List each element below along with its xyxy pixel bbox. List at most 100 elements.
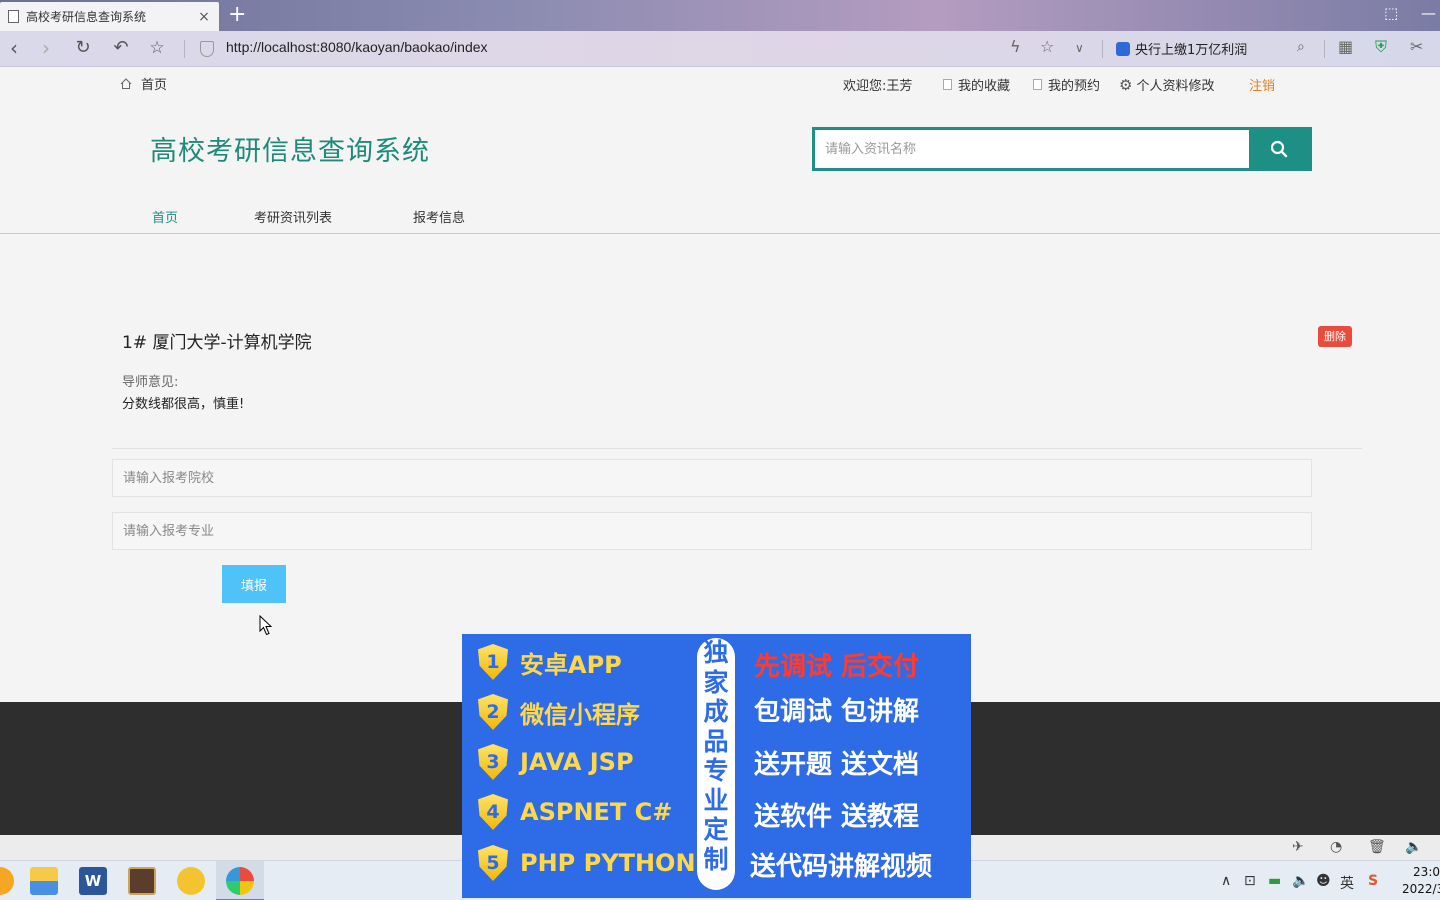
- search-icon[interactable]: ⌕: [1297, 39, 1305, 55]
- sogou-icon[interactable]: S: [1368, 873, 1378, 889]
- speaker-icon[interactable]: 🔈: [1292, 873, 1309, 889]
- delete-button[interactable]: 删除: [1318, 326, 1352, 347]
- ad-service-line: 送代码讲解视频: [750, 852, 933, 882]
- section-divider: [112, 448, 1362, 449]
- ad-item: 5 PHP PYTHON: [478, 844, 696, 882]
- ad-service-line: 送开题 送文档: [754, 750, 920, 780]
- search-bar: [812, 127, 1312, 171]
- profile-edit-label: 个人资料修改: [1136, 79, 1215, 94]
- my-reservations-label: 我的预约: [1048, 79, 1101, 94]
- page-icon: [8, 10, 19, 23]
- ad-item-label: 安卓APP: [520, 650, 622, 679]
- clock-date: 2022/3: [1402, 882, 1440, 896]
- search-icon: [1270, 140, 1288, 158]
- welcome-text: 欢迎您:王芳: [843, 75, 912, 94]
- ad-item: 2 微信小程序: [478, 693, 640, 731]
- home-link[interactable]: 首页: [120, 74, 167, 93]
- ime-indicator[interactable]: 英: [1340, 873, 1354, 893]
- browser-app-icon[interactable]: [226, 867, 254, 895]
- major-input[interactable]: [112, 512, 1312, 550]
- chevron-down-icon[interactable]: ∨: [1075, 41, 1084, 55]
- number-shield-icon: 3: [478, 744, 508, 780]
- chat-app-icon[interactable]: [177, 867, 205, 895]
- ad-item-label: JAVA JSP: [520, 748, 634, 776]
- toolbar-divider: [1102, 40, 1103, 58]
- speed-icon[interactable]: ◔: [1330, 839, 1342, 855]
- security-guard-icon[interactable]: ⛨: [1375, 37, 1387, 57]
- chevron-up-icon[interactable]: ∧: [1221, 873, 1231, 889]
- ad-headline: 先调试 后交付: [754, 652, 920, 682]
- undo-icon[interactable]: ↶: [109, 36, 133, 60]
- qq-icon[interactable]: ☻: [1316, 873, 1331, 889]
- ad-vertical-char: 制: [703, 844, 729, 874]
- document-icon: [1033, 79, 1042, 90]
- bookmark-star-icon[interactable]: ☆: [1040, 37, 1054, 56]
- welcome-label: 欢迎您:王芳: [843, 79, 913, 94]
- rocket-icon[interactable]: ✈: [1292, 839, 1304, 855]
- ad-item: 4 ASPNET C#: [478, 793, 672, 831]
- ad-item: 1 安卓APP: [478, 643, 622, 681]
- nav-item-news-list[interactable]: 考研资讯列表: [254, 207, 332, 226]
- search-button[interactable]: [1249, 130, 1309, 168]
- advisor-opinion-text: 分数线都很高，慎重!: [122, 397, 245, 412]
- nav-item-application-info[interactable]: 报考信息: [413, 207, 465, 226]
- security-shield-icon[interactable]: [200, 41, 214, 57]
- ad-vertical-slogan: 独 家 成 品 专 业 定 制: [697, 638, 735, 890]
- lightning-icon[interactable]: ϟ: [1010, 37, 1021, 56]
- my-favorites-link[interactable]: 我的收藏: [943, 75, 1010, 94]
- word-icon[interactable]: W: [79, 867, 107, 895]
- ad-item-label: ASPNET C#: [520, 798, 673, 826]
- game-app-icon[interactable]: [128, 867, 156, 895]
- page-content: 首页 欢迎您:王芳 我的收藏 我的预约 ⚙ 个人资料修改 注销 高校考研信息查询…: [0, 67, 1440, 702]
- minimize-button[interactable]: —: [1421, 4, 1436, 22]
- number-shield-icon: 5: [478, 845, 508, 881]
- search-input[interactable]: [815, 130, 1249, 168]
- browser-tab[interactable]: 高校考研信息查询系统 ×: [0, 2, 219, 31]
- forward-icon[interactable]: ›: [34, 36, 58, 60]
- submit-application-button[interactable]: 填报: [222, 565, 286, 603]
- logout-label: 注销: [1249, 79, 1276, 94]
- ad-item-label: PHP PYTHON: [520, 849, 696, 877]
- ad-vertical-char: 家: [703, 667, 729, 697]
- clock-time: 23:0: [1413, 865, 1440, 879]
- news-text: 央行上缴1万亿利润: [1135, 43, 1248, 58]
- school-input[interactable]: [112, 459, 1312, 497]
- number-shield-icon: 1: [478, 644, 508, 680]
- news-ticker[interactable]: 央行上缴1万亿利润: [1116, 39, 1247, 58]
- skin-icon[interactable]: ⬚: [1384, 4, 1398, 22]
- battery-icon[interactable]: ▬: [1268, 873, 1281, 889]
- browser-tab-bar: 高校考研信息查询系统 × + ⬚ —: [0, 0, 1440, 31]
- system-clock[interactable]: 23:0 2022/3: [1402, 864, 1440, 898]
- close-tab-icon[interactable]: ×: [197, 9, 211, 25]
- apps-grid-icon[interactable]: ▦: [1338, 37, 1353, 56]
- toolbar-divider: [1324, 40, 1325, 58]
- nav-item-home[interactable]: 首页: [152, 207, 178, 226]
- profile-edit-link[interactable]: ⚙ 个人资料修改: [1119, 75, 1215, 95]
- scissors-icon[interactable]: ✂: [1410, 37, 1423, 56]
- app-icon-partial[interactable]: [0, 867, 14, 895]
- address-bar[interactable]: http://localhost:8080/kaoyan/baokao/inde…: [226, 39, 488, 55]
- ad-item-label: 微信小程序: [520, 700, 640, 729]
- my-favorites-label: 我的收藏: [958, 79, 1011, 94]
- volume-icon[interactable]: 🔈: [1405, 839, 1422, 855]
- favorite-star-icon[interactable]: ☆: [145, 36, 169, 60]
- ad-vertical-char: 专: [703, 756, 729, 785]
- logout-link[interactable]: 注销: [1249, 75, 1275, 94]
- ad-vertical-char: 品: [703, 726, 729, 756]
- file-explorer-icon[interactable]: [30, 867, 58, 895]
- browser-toolbar: ‹ › ↻ ↶ ☆ http://localhost:8080/kaoyan/b…: [0, 31, 1440, 67]
- ad-item: 3 JAVA JSP: [478, 743, 634, 781]
- advertisement-banner[interactable]: 1 安卓APP 2 微信小程序 3 JAVA JSP 4 ASPNET C# 5…: [462, 634, 971, 898]
- new-tab-button[interactable]: +: [228, 3, 246, 27]
- ad-vertical-char: 定: [703, 815, 729, 844]
- main-nav: 首页 考研资讯列表 报考信息: [0, 193, 1440, 234]
- refresh-icon[interactable]: ↻: [71, 36, 95, 60]
- application-title: 1# 厦门大学-计算机学院: [122, 333, 312, 353]
- ad-vertical-char: 业: [703, 785, 729, 815]
- home-icon: [120, 78, 132, 89]
- back-icon[interactable]: ‹: [2, 36, 26, 60]
- my-reservations-link[interactable]: 我的预约: [1033, 75, 1100, 94]
- network-icon[interactable]: ⊡: [1244, 873, 1256, 889]
- ad-service-line: 送软件 送教程: [754, 802, 920, 832]
- trash-icon[interactable]: 🗑: [1368, 839, 1386, 855]
